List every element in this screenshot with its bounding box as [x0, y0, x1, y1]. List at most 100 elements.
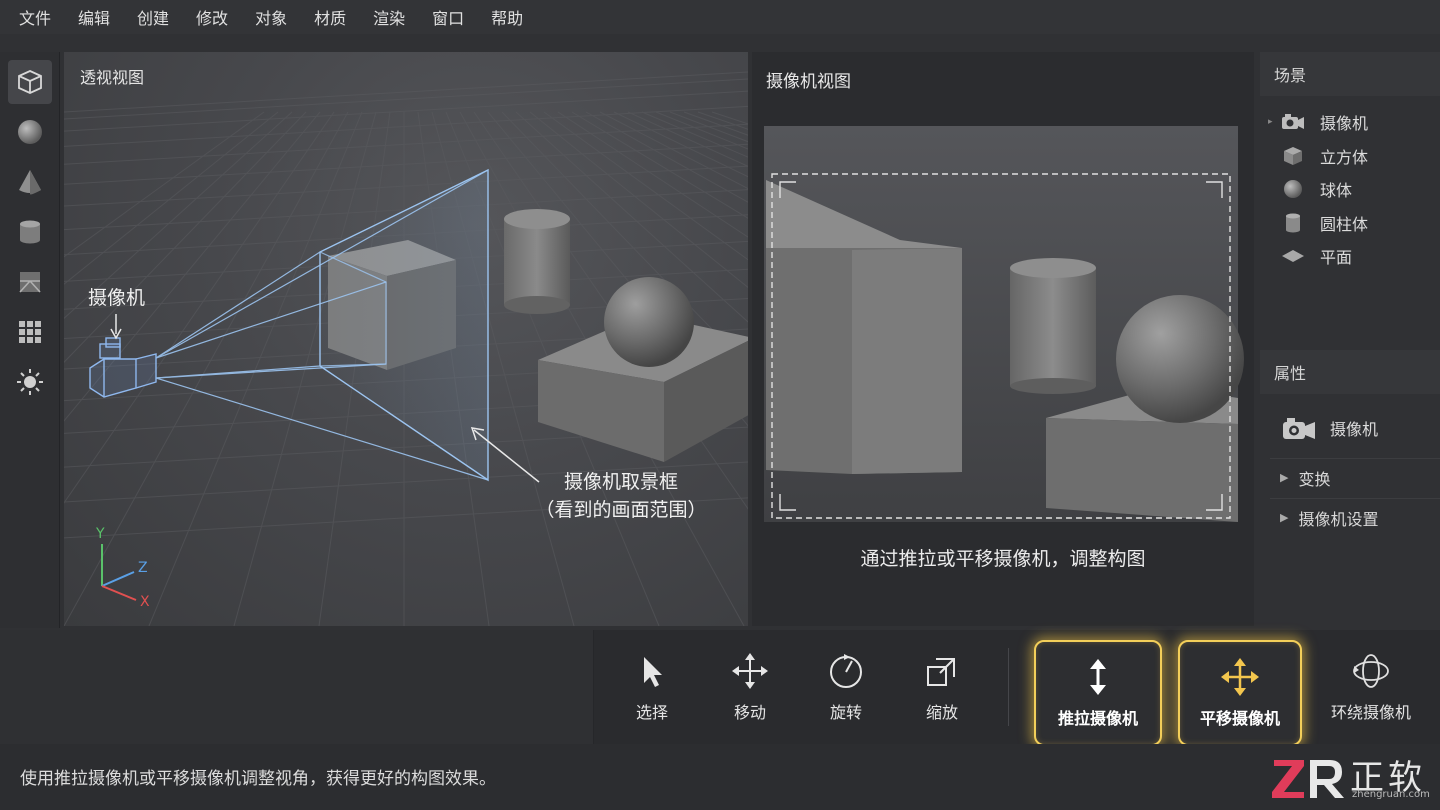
- create-cone-tool[interactable]: [8, 160, 52, 204]
- scene-item-label: 球体: [1320, 181, 1353, 200]
- move-tool-button[interactable]: 移动: [714, 630, 786, 744]
- menu-help[interactable]: 帮助: [491, 5, 523, 29]
- cube-icon: [1284, 147, 1302, 165]
- status-text: 使用推拉摄像机或平移摄像机调整视角，获得更好的构图效果。: [20, 769, 496, 789]
- scene-panel-title: 场景: [1260, 52, 1440, 96]
- move-icon: [732, 653, 768, 689]
- brand-watermark: 正软 zhengruan.com: [1270, 750, 1435, 806]
- status-bar: 使用推拉摄像机或平移摄像机调整视角，获得更好的构图效果。: [0, 744, 1440, 810]
- perspective-viewport[interactable]: 透视视图 摄像机 摄像机取景框 （看到的画面范围） Y Z X: [64, 52, 748, 626]
- create-sphere-tool[interactable]: [8, 110, 52, 154]
- grid-line: [64, 105, 748, 147]
- grid-line: [64, 123, 748, 165]
- pan-camera-label: 平移摄像机: [1199, 709, 1280, 728]
- cylinder-icon: [1286, 213, 1300, 233]
- pan-camera-button[interactable]: 平移摄像机: [1178, 640, 1302, 746]
- menu-render[interactable]: 渲染: [373, 5, 405, 29]
- axis-y-label: Y: [96, 526, 105, 542]
- orbit-icon: [1353, 654, 1389, 688]
- axis-gizmo: [101, 544, 137, 601]
- cylinder-object: [504, 209, 570, 314]
- cylinder-icon: [20, 220, 40, 244]
- menu-object[interactable]: 对象: [255, 5, 287, 29]
- render-sphere: [1116, 295, 1244, 423]
- axis-z-label: Z: [138, 560, 148, 576]
- scale-icon: [927, 658, 955, 686]
- left-toolbar: [0, 52, 60, 628]
- menu-edit[interactable]: 编辑: [78, 5, 110, 29]
- perspective-scene: [64, 71, 748, 626]
- grid-line: [64, 165, 748, 207]
- plane-icon: [1282, 250, 1304, 262]
- select-tool-button[interactable]: 选择: [616, 630, 688, 744]
- menu-material[interactable]: 材质: [314, 5, 346, 29]
- menu-window[interactable]: 窗口: [432, 5, 464, 29]
- scene-item-plane[interactable]: 平面: [1280, 242, 1352, 270]
- grid-line: [64, 71, 748, 113]
- create-grid-tool[interactable]: [8, 310, 52, 354]
- select-tool-label: 选择: [635, 703, 668, 722]
- menu-create[interactable]: 创建: [137, 5, 169, 29]
- selected-object: 摄像机: [1282, 410, 1378, 446]
- camera-render: [764, 126, 1244, 522]
- scene-item-cube[interactable]: 立方体: [1280, 142, 1368, 170]
- brand-url: zhengruan.com: [1352, 789, 1430, 800]
- section-label: 摄像机设置: [1298, 509, 1379, 529]
- scene-item-label: 摄像机: [1320, 114, 1369, 133]
- scene-item-label: 平面: [1320, 248, 1353, 267]
- scene-item-label: 立方体: [1320, 148, 1369, 167]
- create-light-tool[interactable]: [8, 360, 52, 404]
- grid-icon: [19, 321, 41, 343]
- scene-item-sphere[interactable]: 球体: [1280, 175, 1352, 203]
- frustum-label-line2: （看到的画面范围）: [535, 499, 707, 521]
- properties-panel-title: 属性: [1260, 350, 1440, 394]
- dolly-camera-button[interactable]: 推拉摄像机: [1034, 640, 1162, 746]
- camera-pointer-arrow: [110, 314, 122, 340]
- sphere-icon: [1284, 180, 1302, 198]
- expand-triangle-icon: ▶: [1280, 471, 1289, 484]
- zr-logo: [1272, 760, 1344, 798]
- camera-viewport[interactable]: 摄像机视图 通过推拉或平移摄像机，调整构图: [752, 52, 1254, 626]
- camera-object: [89, 337, 157, 398]
- rotate-icon: [830, 654, 862, 688]
- sphere-object: [604, 277, 694, 367]
- scale-tool-label: 缩放: [925, 703, 958, 722]
- frustum-label-line1: 摄像机取景框: [563, 471, 678, 493]
- orbit-camera-button[interactable]: 环绕摄像机: [1322, 630, 1420, 744]
- scene-item-cylinder[interactable]: 圆柱体: [1280, 209, 1368, 237]
- orbit-camera-label: 环绕摄像机: [1330, 703, 1411, 722]
- right-panel: 场景 ▸ 摄像机 立方体 球体 圆柱体 平面 属性 摄像机 ▶ 变换 ▶ 摄像机…: [1260, 52, 1440, 628]
- section-transform[interactable]: ▶ 变换: [1270, 458, 1440, 496]
- menu-modify[interactable]: 修改: [196, 5, 228, 29]
- cube-icon: [18, 70, 42, 94]
- expand-caret-icon[interactable]: ▸: [1268, 117, 1273, 127]
- expand-triangle-icon: ▶: [1280, 511, 1289, 524]
- perspective-view-title: 透视视图: [80, 68, 145, 87]
- grid-line: [64, 90, 748, 132]
- scale-tool-button[interactable]: 缩放: [906, 630, 978, 744]
- toolbar-separator: [1008, 648, 1009, 726]
- render-cylinder: [1010, 258, 1096, 394]
- camera-view-caption: 通过推拉或平移摄像机，调整构图: [860, 548, 1146, 570]
- section-label: 变换: [1298, 469, 1331, 489]
- create-cylinder-tool[interactable]: [8, 210, 52, 254]
- pan-icon: [1221, 658, 1259, 696]
- camera-frustum: [155, 168, 489, 482]
- bottom-toolbar: 选择 移动 旋转 缩放 推拉摄像机 平移摄像机 环绕摄像机: [0, 630, 1440, 746]
- section-camera-settings[interactable]: ▶ 摄像机设置: [1270, 498, 1440, 536]
- dolly-icon: [1090, 659, 1106, 695]
- grid-line: [64, 143, 748, 185]
- cone-icon: [19, 170, 41, 195]
- scene-item-camera[interactable]: ▸ 摄像机: [1268, 108, 1369, 136]
- frustum-label: 摄像机取景框 （看到的画面范围）: [526, 468, 716, 524]
- create-cube-tool[interactable]: [8, 60, 52, 104]
- create-plane-tool[interactable]: [8, 260, 52, 304]
- camera-icon: [1282, 114, 1304, 129]
- rotate-tool-button[interactable]: 旋转: [810, 630, 882, 744]
- menu-file[interactable]: 文件: [19, 5, 51, 29]
- dolly-camera-label: 推拉摄像机: [1057, 709, 1138, 728]
- sphere-icon: [18, 120, 42, 144]
- plane-icon: [19, 272, 41, 293]
- move-tool-label: 移动: [733, 703, 766, 722]
- scene-item-label: 圆柱体: [1320, 215, 1369, 234]
